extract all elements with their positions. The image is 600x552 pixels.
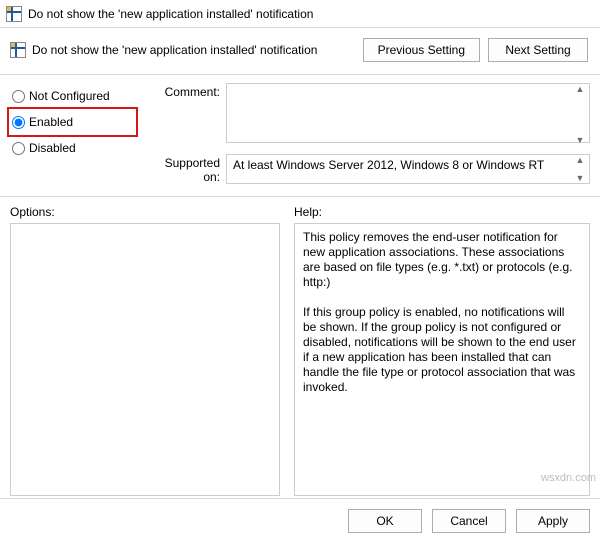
help-label: Help: [294, 205, 590, 219]
policy-header: Do not show the 'new application install… [0, 28, 600, 75]
options-label: Options: [10, 205, 280, 219]
scroll-up-icon[interactable]: ▲ [571, 155, 589, 165]
radio-disabled[interactable]: Disabled [10, 137, 138, 159]
window-icon [6, 6, 22, 22]
help-paragraph-1: This policy removes the end-user notific… [303, 230, 572, 289]
scroll-down-icon[interactable]: ▼ [571, 173, 589, 183]
radio-enabled[interactable]: Enabled [10, 111, 128, 133]
radio-not-configured[interactable]: Not Configured [10, 85, 138, 107]
policy-title: Do not show the 'new application install… [32, 43, 317, 57]
next-setting-button[interactable]: Next Setting [488, 38, 588, 62]
radio-not-configured-input[interactable] [12, 90, 25, 103]
window-title: Do not show the 'new application install… [28, 7, 313, 21]
comment-scroll: ▲ ▼ [571, 84, 589, 145]
state-radio-group: Not Configured Enabled Disabled [10, 83, 138, 192]
previous-setting-button[interactable]: Previous Setting [363, 38, 480, 62]
radio-enabled-label: Enabled [29, 115, 73, 129]
cancel-button[interactable]: Cancel [432, 509, 506, 533]
title-bar: Do not show the 'new application install… [0, 0, 600, 28]
nav-buttons: Previous Setting Next Setting [363, 38, 588, 62]
radio-enabled-input[interactable] [12, 116, 25, 129]
panels: Options: Help: This policy removes the e… [0, 196, 600, 498]
policy-icon [10, 42, 26, 58]
supported-on-label: Supported on: [146, 154, 226, 184]
comment-label: Comment: [146, 83, 226, 146]
radio-not-configured-label: Not Configured [29, 89, 110, 103]
help-box: This policy removes the end-user notific… [294, 223, 590, 496]
supported-on-value: At least Windows Server 2012, Windows 8 … [226, 154, 590, 184]
scroll-up-icon[interactable]: ▲ [571, 84, 589, 94]
radio-disabled-label: Disabled [29, 141, 76, 155]
radio-disabled-input[interactable] [12, 142, 25, 155]
apply-button[interactable]: Apply [516, 509, 590, 533]
help-paragraph-2: If this group policy is enabled, no noti… [303, 305, 576, 394]
dialog-footer: OK Cancel Apply [0, 498, 600, 533]
supported-scroll: ▲ ▼ [571, 155, 589, 183]
scroll-down-icon[interactable]: ▼ [571, 135, 589, 145]
config-section: Not Configured Enabled Disabled Comment:… [0, 75, 600, 196]
ok-button[interactable]: OK [348, 509, 422, 533]
options-box [10, 223, 280, 496]
comment-textarea[interactable] [226, 83, 590, 143]
